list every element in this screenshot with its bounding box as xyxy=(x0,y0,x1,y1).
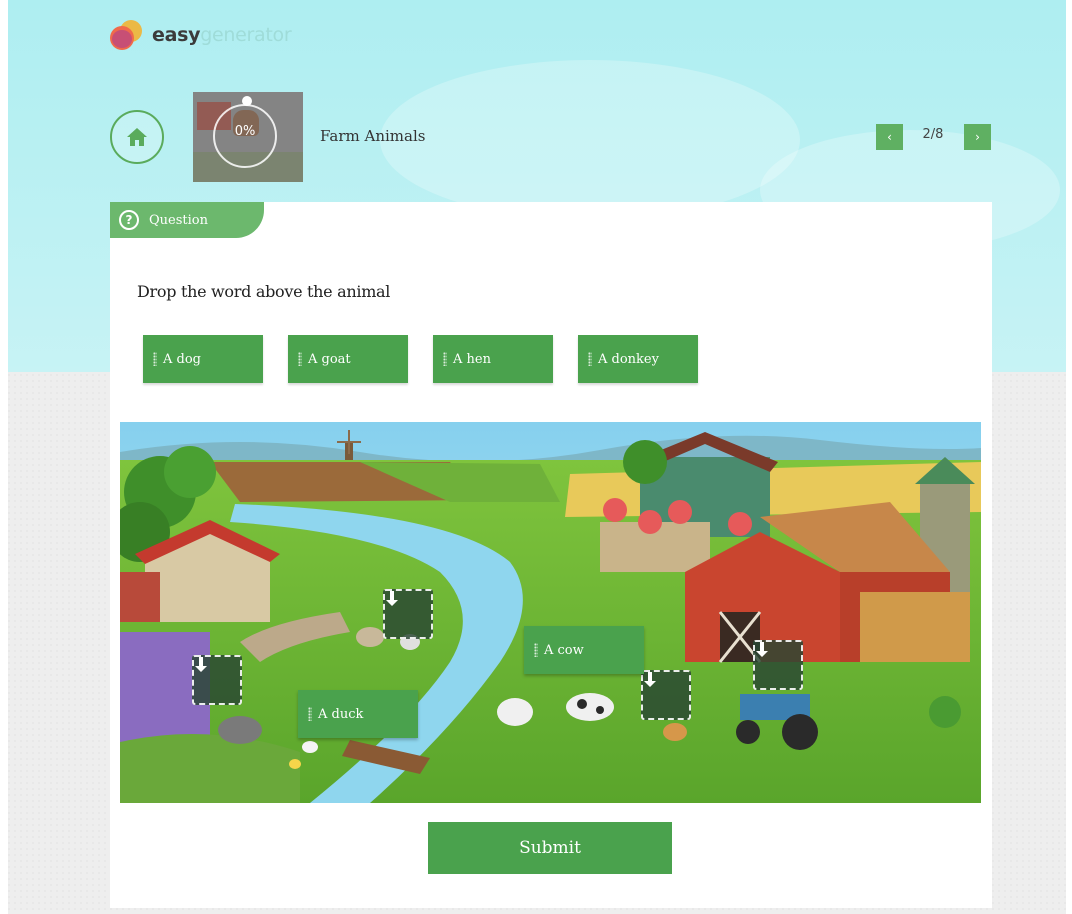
brand-logo[interactable]: easygenerator xyxy=(110,20,292,50)
drag-handle-icon xyxy=(443,352,447,366)
arrow-down-icon xyxy=(386,591,398,606)
progress-ring-marker xyxy=(242,96,252,106)
arrow-down-icon xyxy=(195,657,207,672)
placed-word-label: A cow xyxy=(544,642,584,658)
placed-word-label: A duck xyxy=(318,706,364,722)
drag-handle-icon xyxy=(153,352,157,366)
arrow-down-icon xyxy=(756,642,768,657)
placed-word-duck[interactable]: A duck xyxy=(298,690,418,738)
question-circle-icon: ? xyxy=(119,210,139,230)
arrow-down-icon xyxy=(644,672,656,687)
word-chip-dog[interactable]: A dog xyxy=(143,335,263,383)
word-chip-hen[interactable]: A hen xyxy=(433,335,553,383)
drop-zone[interactable] xyxy=(192,655,242,705)
drop-zone[interactable] xyxy=(383,589,433,639)
next-question-button[interactable]: › xyxy=(964,124,991,150)
drop-zone[interactable] xyxy=(753,640,803,690)
section-title: Farm Animals xyxy=(320,127,426,145)
home-button[interactable] xyxy=(110,110,164,164)
word-chip-label: A hen xyxy=(453,351,491,367)
drag-handle-icon xyxy=(298,352,302,366)
drag-handle-icon xyxy=(588,352,592,366)
question-card: ? Question Drop the word above the anima… xyxy=(110,202,992,908)
frame-right xyxy=(1066,0,1072,914)
brand-name-part1: easy xyxy=(152,24,201,46)
section-thumbnail: 0% xyxy=(193,92,303,182)
brand-name-part2: generator xyxy=(200,24,292,46)
question-tab: ? Question xyxy=(110,202,264,238)
placed-word-cow[interactable]: A cow xyxy=(524,626,644,674)
word-chip-label: A donkey xyxy=(598,351,659,367)
farm-scene-image: A cow A duck xyxy=(120,422,981,803)
brand-name: easygenerator xyxy=(152,24,292,46)
word-chip-goat[interactable]: A goat xyxy=(288,335,408,383)
drag-handle-icon xyxy=(534,643,538,657)
logo-icon xyxy=(110,20,146,50)
word-chip-label: A goat xyxy=(308,351,351,367)
question-tab-label: Question xyxy=(149,212,208,228)
drop-zone[interactable] xyxy=(641,670,691,720)
submit-button[interactable]: Submit xyxy=(428,822,672,874)
prev-question-button[interactable]: ‹ xyxy=(876,124,903,150)
drag-handle-icon xyxy=(308,707,312,721)
word-chip-donkey[interactable]: A donkey xyxy=(578,335,698,383)
question-text: Drop the word above the animal xyxy=(137,282,391,301)
progress-value: 0% xyxy=(234,124,256,139)
word-chip-label: A dog xyxy=(163,351,201,367)
question-counter: 2/8 xyxy=(922,127,944,142)
home-icon xyxy=(127,128,147,146)
frame-left xyxy=(0,0,8,914)
